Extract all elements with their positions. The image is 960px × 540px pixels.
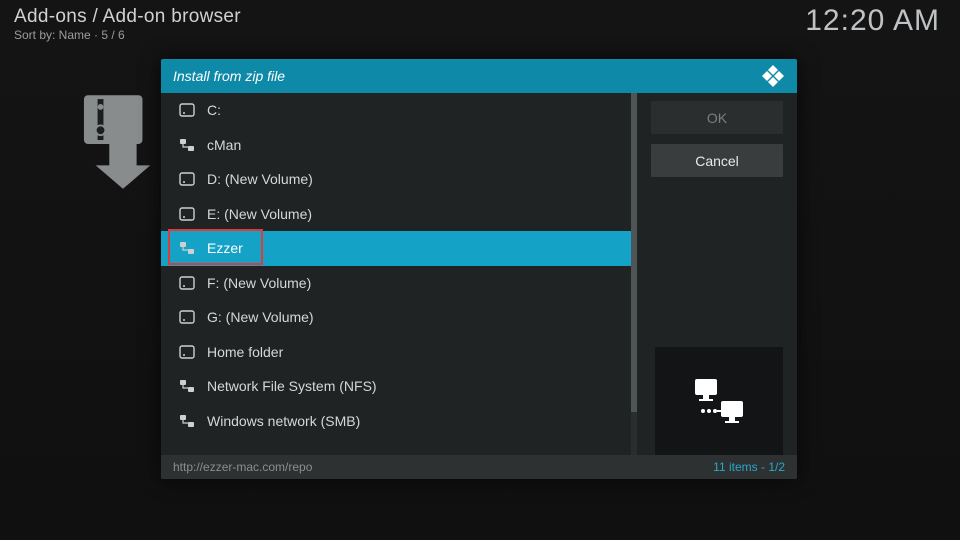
list-item-label: D: (New Volume) [207,171,313,187]
cancel-button[interactable]: Cancel [651,144,783,177]
drive-icon [179,275,195,291]
file-list[interactable]: C: cMan D: (New Volume) E: (New Volume) Ezze… [161,93,637,455]
list-item[interactable]: Windows network (SMB) [161,404,637,439]
list-item-label: G: (New Volume) [207,309,314,325]
drive-icon [179,171,195,187]
list-item[interactable]: Ezzer [161,231,637,266]
network-icon [179,413,195,429]
drive-icon [179,206,195,222]
dialog-titlebar: Install from zip file [161,59,797,93]
list-item[interactable]: Network File System (NFS) [161,369,637,404]
list-item[interactable]: C: [161,93,637,128]
list-item-label: cMan [207,137,241,153]
dialog-title: Install from zip file [173,68,285,84]
list-item-label: F: (New Volume) [207,275,311,291]
list-item-label: Home folder [207,344,283,360]
footer-path: http://ezzer-mac.com/repo [173,460,312,474]
list-item-label: C: [207,102,221,118]
preview-thumbnail [655,347,783,455]
install-from-zip-dialog: Install from zip file C: cMan D: (New Volu… [161,59,797,479]
list-item[interactable]: E: (New Volume) [161,197,637,232]
network-icon [179,240,195,256]
list-item-label: E: (New Volume) [207,206,312,222]
kodi-logo-icon [761,64,785,88]
network-icon [179,137,195,153]
ok-button[interactable]: OK [651,101,783,134]
list-item-label: Ezzer [207,240,243,256]
list-item[interactable]: D: (New Volume) [161,162,637,197]
sort-indicator: Sort by: Name · 5 / 6 [14,28,125,42]
list-item-label: Network File System (NFS) [207,378,377,394]
footer-page: 1/2 [768,460,785,474]
list-item[interactable]: F: (New Volume) [161,266,637,301]
list-item[interactable]: Home folder [161,335,637,370]
drive-icon [179,344,195,360]
dialog-footer: http://ezzer-mac.com/repo 11 items - 1/2 [161,455,797,479]
clock: 12:20 AM [805,4,940,38]
network-icon [179,378,195,394]
page-title: Add-ons / Add-on browser [14,6,241,28]
footer-item-count: 11 items [713,460,757,474]
list-item-label: Windows network (SMB) [207,413,360,429]
drive-icon [179,309,195,325]
list-item[interactable]: cMan [161,128,637,163]
drive-icon [179,102,195,118]
zip-download-icon [82,92,160,192]
list-item[interactable]: G: (New Volume) [161,300,637,335]
